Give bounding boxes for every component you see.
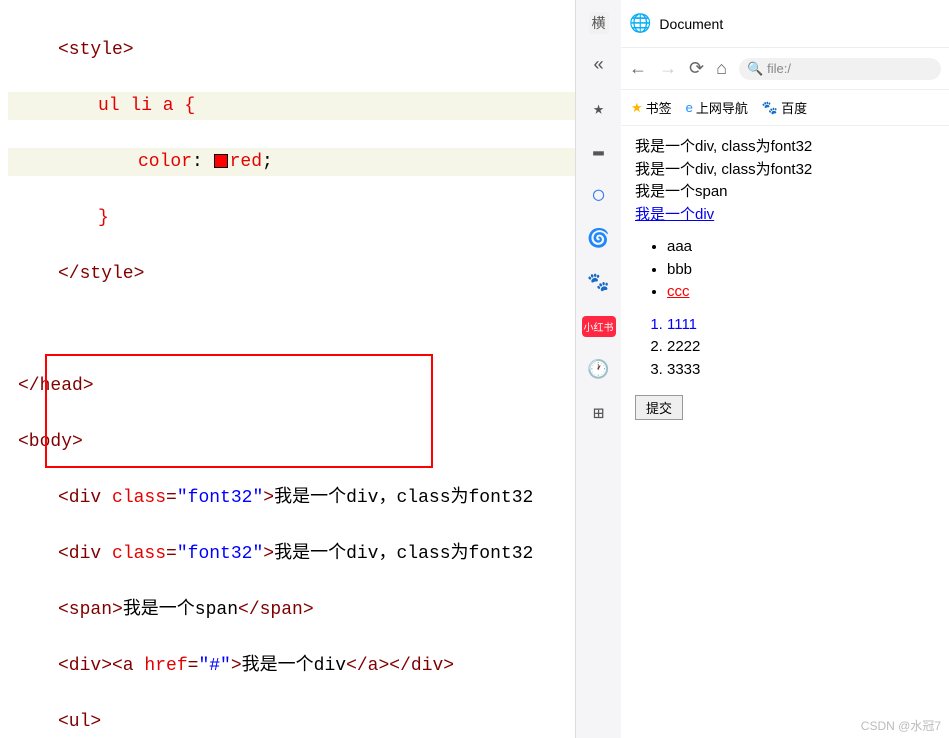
page-content: 我是一个div, class为font32 我是一个div, class为fon… xyxy=(621,126,949,431)
text-div2: 我是一个div，class为font32 xyxy=(274,544,533,564)
list-item: aaa xyxy=(667,236,935,259)
attr-href: href xyxy=(144,656,187,676)
bookmark-bar: ★书签 e上网导航 🐾百度 xyxy=(621,90,949,126)
submit-button[interactable]: 提交 xyxy=(635,395,683,420)
content-span: 我是一个span xyxy=(635,181,935,204)
list-item: ccc xyxy=(667,281,935,304)
url-bar[interactable]: 🔍 file:/ xyxy=(739,58,941,80)
list-item: 1111 xyxy=(667,314,935,337)
content-ol: 1111 2222 3333 xyxy=(635,314,935,382)
paw-icon[interactable]: 🐾 xyxy=(587,272,609,294)
add-icon[interactable]: ⊞ xyxy=(593,403,604,425)
browser-window: 🌐 Document ← → ⟳ ⌂ 🔍 file:/ ★书签 e上网导航 🐾百… xyxy=(621,0,949,738)
search-icon: 🔍 xyxy=(747,61,763,77)
prop-color: color xyxy=(138,152,192,172)
code-editor[interactable]: <style> ul li a { color: red; } </style>… xyxy=(0,0,575,738)
content-ul: aaa bbb ccc xyxy=(635,236,935,304)
star-icon[interactable]: ★ xyxy=(593,98,604,120)
list-item: bbb xyxy=(667,259,935,282)
preview-panel: 横 « ★ ▬ ◯ 🌀 🐾 小红书 🕐 ⊞ 🌐 Document ← → ⟳ ⌂… xyxy=(575,0,949,738)
reload-button[interactable]: ⟳ xyxy=(689,58,704,79)
list-item: 3333 xyxy=(667,359,935,382)
app-icon-q[interactable]: ◯ xyxy=(593,184,604,206)
content-link[interactable]: 我是一个div xyxy=(635,206,714,223)
tag-body-open: <body> xyxy=(18,432,83,452)
color-swatch-red xyxy=(214,154,228,168)
brace-close: } xyxy=(98,208,109,228)
forward-button[interactable]: → xyxy=(659,58,677,79)
attr-class2: class xyxy=(112,544,166,564)
bookmark-nav[interactable]: e上网导航 xyxy=(686,98,748,117)
clock-icon[interactable]: 🕐 xyxy=(587,359,609,381)
val-font32: "font32" xyxy=(177,488,263,508)
bookmark-baidu[interactable]: 🐾百度 xyxy=(762,98,807,117)
tag-style-open: <style> xyxy=(58,40,134,60)
content-div2: 我是一个div, class为font32 xyxy=(635,159,935,182)
tab-bar: 🌐 Document xyxy=(621,0,949,48)
bookmark-fav[interactable]: ★书签 xyxy=(631,98,672,117)
app-icon-red[interactable]: 小红书 xyxy=(582,316,616,337)
val-font32b: "font32" xyxy=(177,544,263,564)
tab-title: Document xyxy=(659,16,723,32)
folder-icon[interactable]: ▬ xyxy=(593,142,604,162)
home-button[interactable]: ⌂ xyxy=(716,58,727,79)
app-icon-qq[interactable]: 🌀 xyxy=(587,228,609,250)
url-text: file:/ xyxy=(767,61,791,76)
text-span: 我是一个span xyxy=(123,600,238,620)
text-link: 我是一个div xyxy=(242,656,346,676)
tag-ul-open: <ul> xyxy=(58,712,101,732)
text-div1: 我是一个div，class为font32 xyxy=(274,488,533,508)
back-button[interactable]: ← xyxy=(629,58,647,79)
watermark: CSDN @水冠7 xyxy=(861,717,941,734)
orientation-toggle[interactable]: 横 xyxy=(589,12,609,34)
val-hash: "#" xyxy=(198,656,230,676)
attr-class: class xyxy=(112,488,166,508)
list-link-ccc[interactable]: ccc xyxy=(667,283,690,300)
content-div1: 我是一个div, class为font32 xyxy=(635,136,935,159)
selector: ul li a { xyxy=(98,96,195,116)
nav-bar: ← → ⟳ ⌂ 🔍 file:/ xyxy=(621,48,949,90)
list-item: 2222 xyxy=(667,336,935,359)
val-red: red xyxy=(230,152,262,172)
globe-icon: 🌐 xyxy=(629,13,651,34)
browser-sidebar: 横 « ★ ▬ ◯ 🌀 🐾 小红书 🕐 ⊞ xyxy=(576,0,621,738)
collapse-icon[interactable]: « xyxy=(593,56,604,76)
tag-head-close: </head> xyxy=(18,376,94,396)
tag-style-close: </style> xyxy=(58,264,144,284)
